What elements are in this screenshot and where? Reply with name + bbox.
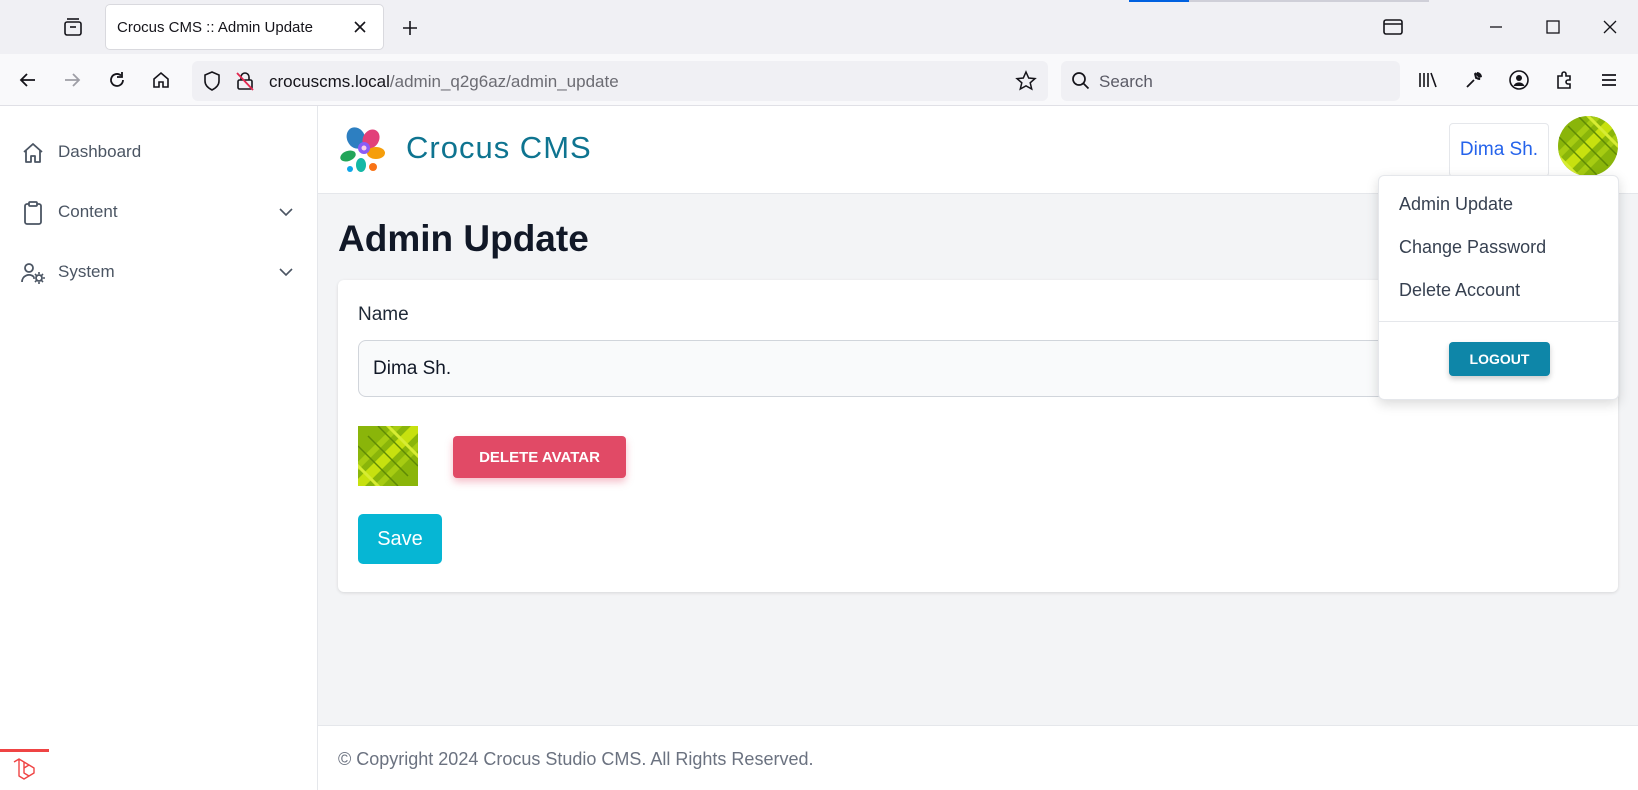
- user-menu-button[interactable]: Dima Sh.: [1449, 123, 1549, 177]
- divider: [1379, 321, 1620, 322]
- browser-navigation-bar: crocuscms.local/admin_q2g6az/admin_updat…: [0, 54, 1638, 106]
- copyright-text: © Copyright 2024 Crocus Studio CMS. All …: [338, 749, 814, 769]
- collection-icon[interactable]: [55, 9, 91, 45]
- sidebar-item-content[interactable]: Content: [0, 187, 318, 237]
- sidebar-item-system[interactable]: System: [0, 247, 318, 297]
- name-label: Name: [358, 304, 409, 325]
- search-placeholder: Search: [1099, 72, 1153, 91]
- window-close-icon[interactable]: [1592, 9, 1628, 45]
- browser-tab-bar: Crocus CMS :: Admin Update: [0, 0, 1638, 54]
- clipboard-icon: [20, 200, 46, 226]
- url-path: /admin_q2g6az/admin_update: [389, 72, 619, 91]
- bookmark-star-icon[interactable]: [1015, 70, 1037, 97]
- user-dropdown-menu: Admin Update Change Password Delete Acco…: [1378, 175, 1620, 400]
- back-icon[interactable]: [10, 62, 46, 98]
- save-button[interactable]: Save: [358, 514, 442, 564]
- extensions-icon[interactable]: [1546, 62, 1582, 98]
- crocus-logo-icon[interactable]: [336, 123, 390, 177]
- chevron-down-icon: [276, 262, 296, 282]
- avatar-preview: [358, 426, 418, 486]
- insecure-lock-icon[interactable]: [234, 70, 256, 97]
- sidebar: Dashboard Content System: [0, 106, 318, 790]
- menu-item-admin-update[interactable]: Admin Update: [1399, 194, 1513, 215]
- chevron-down-icon: [276, 202, 296, 222]
- menu-item-change-password[interactable]: Change Password: [1399, 237, 1546, 258]
- menu-icon[interactable]: [1591, 62, 1627, 98]
- tab-indicator: [1129, 0, 1189, 2]
- brand-name[interactable]: Crocus CMS: [406, 130, 592, 166]
- laravel-logo-icon[interactable]: [0, 749, 49, 790]
- sidebar-item-dashboard[interactable]: Dashboard: [0, 127, 318, 177]
- close-icon[interactable]: [345, 12, 375, 42]
- url-host: crocuscms.local: [269, 72, 390, 91]
- search-bar[interactable]: Search: [1061, 61, 1400, 101]
- sidebar-item-label: Dashboard: [58, 142, 142, 161]
- avatar[interactable]: [1558, 116, 1618, 176]
- search-icon: [1071, 71, 1091, 96]
- account-icon[interactable]: [1501, 62, 1537, 98]
- footer: © Copyright 2024 Crocus Studio CMS. All …: [318, 725, 1638, 790]
- address-bar[interactable]: crocuscms.local/admin_q2g6az/admin_updat…: [192, 61, 1048, 101]
- reload-icon[interactable]: [99, 62, 135, 98]
- tab-indicator-track: [1189, 0, 1429, 2]
- forward-icon[interactable]: [54, 62, 90, 98]
- maximize-icon[interactable]: [1535, 9, 1571, 45]
- delete-avatar-button[interactable]: DELETE AVATAR: [453, 436, 626, 478]
- home-browser-icon[interactable]: [143, 62, 179, 98]
- user-gear-icon: [20, 260, 46, 286]
- logout-button[interactable]: LOGOUT: [1449, 342, 1550, 376]
- shield-icon[interactable]: [201, 70, 223, 97]
- tab-list-icon[interactable]: [1375, 9, 1411, 45]
- sidebar-item-label: Content: [58, 202, 118, 221]
- page-title: Admin Update: [338, 218, 589, 259]
- sidebar-item-label: System: [58, 262, 115, 281]
- home-icon: [20, 140, 46, 166]
- menu-item-delete-account[interactable]: Delete Account: [1399, 280, 1520, 301]
- tab-title: Crocus CMS :: Admin Update: [117, 18, 313, 36]
- library-icon[interactable]: [1410, 62, 1446, 98]
- url-text[interactable]: crocuscms.local/admin_q2g6az/admin_updat…: [269, 72, 619, 92]
- new-tab-icon[interactable]: [392, 10, 428, 46]
- wrench-icon[interactable]: [1456, 62, 1492, 98]
- minimize-icon[interactable]: [1478, 9, 1514, 45]
- tab-active[interactable]: Crocus CMS :: Admin Update: [106, 5, 383, 49]
